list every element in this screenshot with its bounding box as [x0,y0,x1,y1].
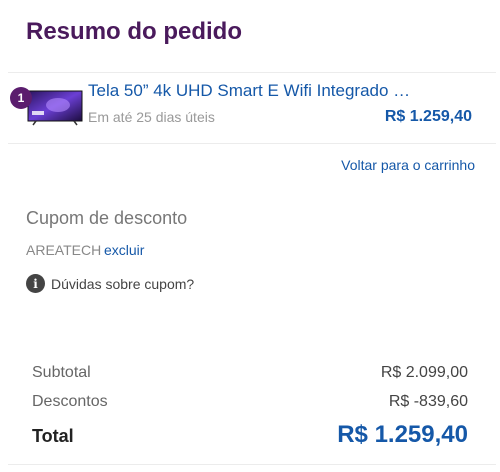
coupon-section-title: Cupom de desconto [26,208,188,228]
coupon-help[interactable]: i Dúvidas sobre cupom? [26,274,194,293]
subtotal-row: Subtotal R$ 2.099,00 [32,364,468,382]
page-title: Resumo do pedido [26,18,242,45]
remove-coupon-link[interactable]: excluir [104,242,144,258]
delivery-estimate: Em até 25 dias úteis [88,109,215,125]
bottom-divider [8,464,496,465]
cart-item[interactable]: 1 Tela 50” 4k UHD Smart E Wifi Integrado… [8,72,496,144]
info-icon: i [26,274,45,293]
total-row: Total R$ 1.259,40 [32,421,468,449]
total-value: R$ 1.259,40 [337,421,468,448]
total-label: Total [32,426,74,446]
discount-label: Descontos [32,393,108,410]
discount-row: Descontos R$ -839,60 [32,393,468,411]
discount-value: R$ -839,60 [388,393,468,410]
subtotal-label: Subtotal [32,364,91,381]
tv-thumbnail-icon[interactable] [26,87,84,127]
subtotal-value: R$ 2.099,00 [380,364,468,381]
item-price: R$ 1.259,40 [384,108,472,125]
back-to-cart-link[interactable]: Voltar para o carrinho [341,157,475,173]
product-name-link[interactable]: Tela 50” 4k UHD Smart E Wifi Integrado … [88,81,410,101]
quantity-badge: 1 [10,87,32,109]
coupon-help-label: Dúvidas sobre cupom? [51,275,195,292]
coupon-code: AREATECH [26,242,102,258]
